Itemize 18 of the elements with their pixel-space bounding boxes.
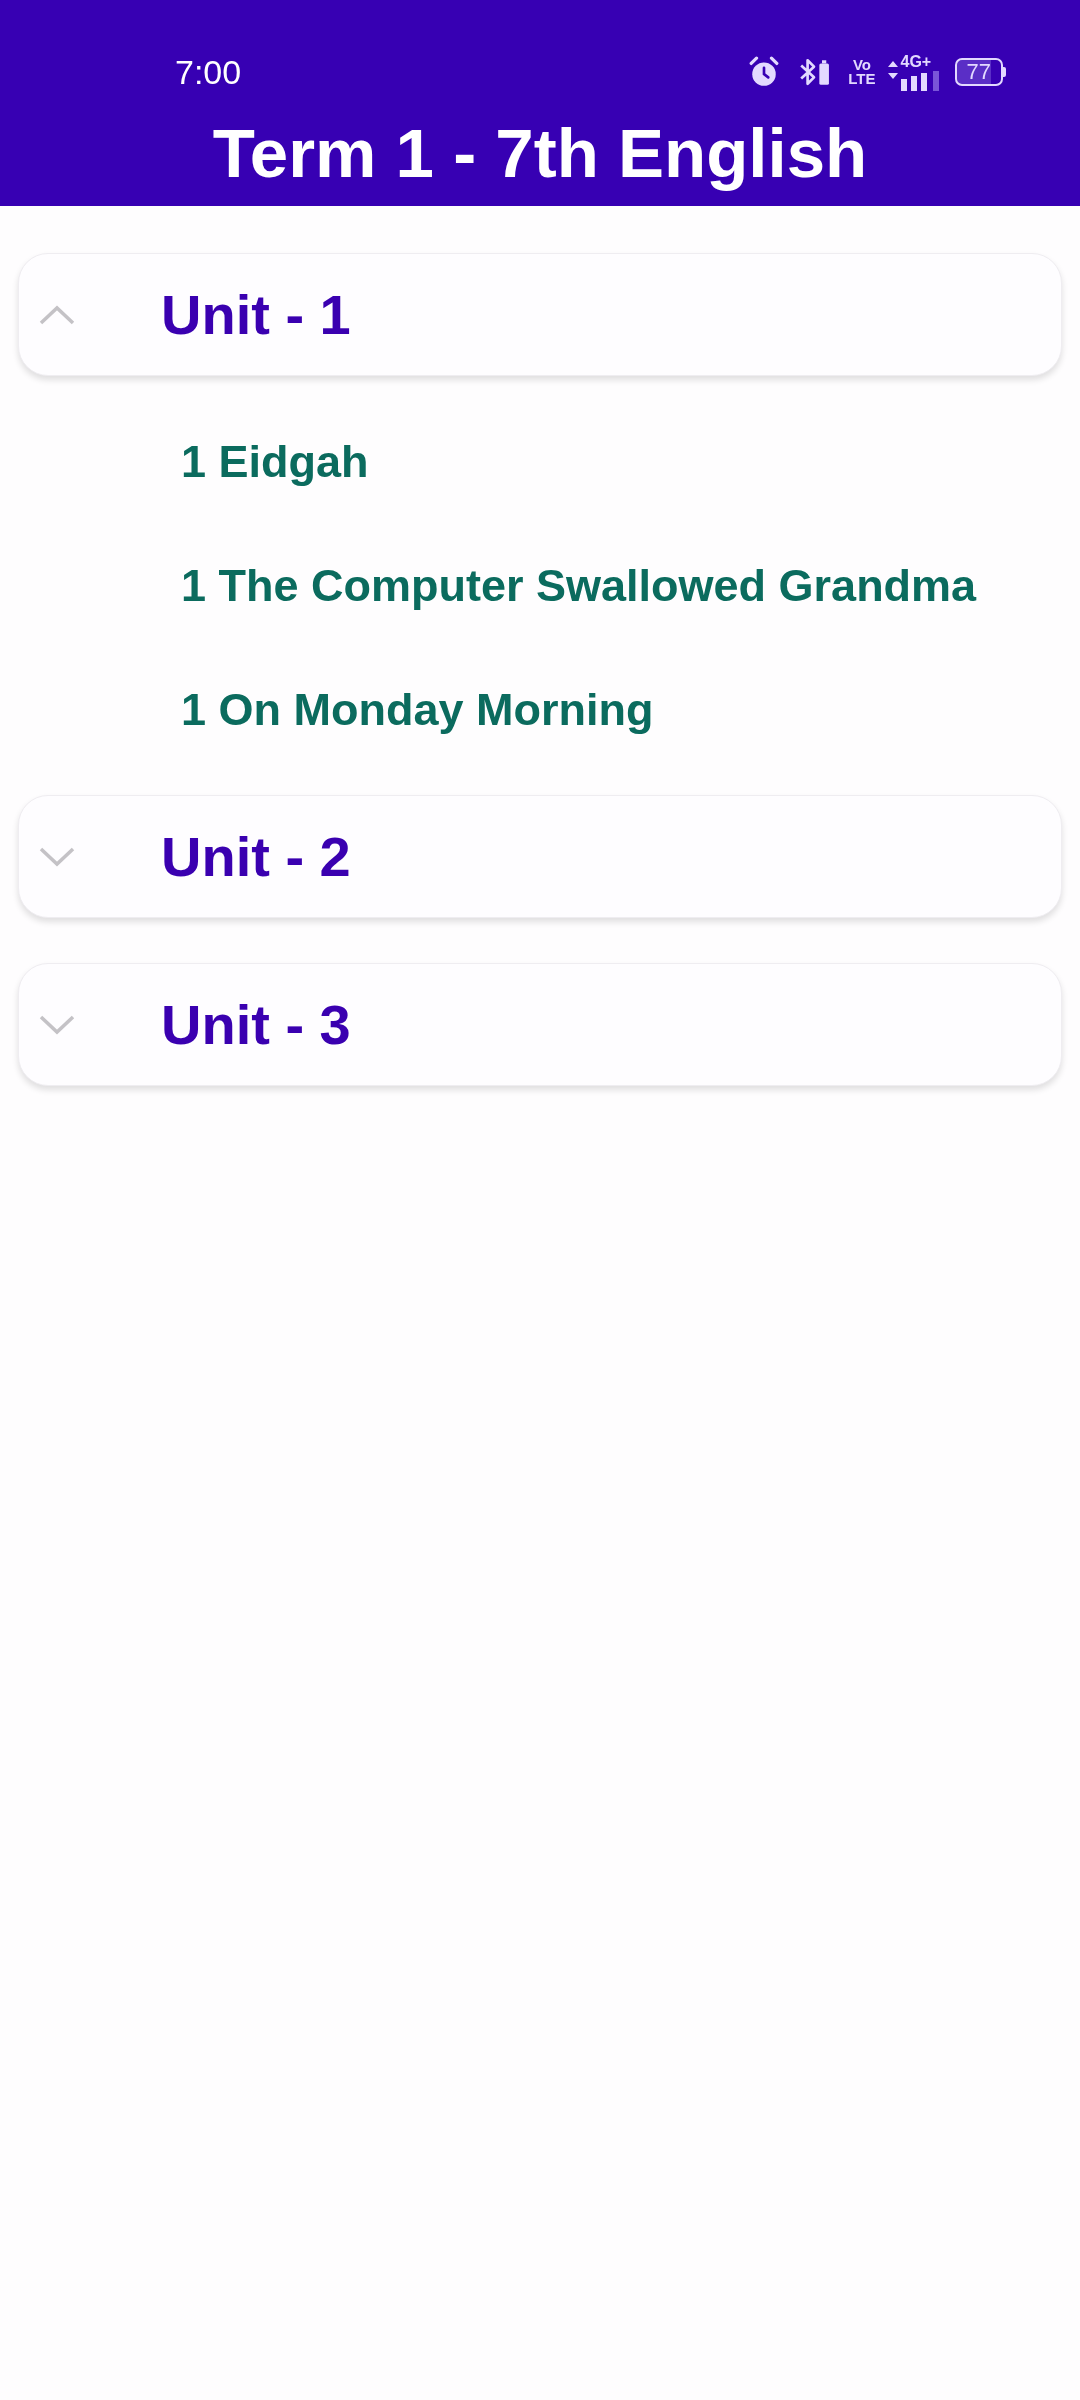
lesson-item[interactable]: 1 The Computer Swallowed Grandma [181,558,977,614]
alarm-clock-icon [748,56,781,88]
status-time: 7:00 [175,52,242,92]
chevron-down-icon [39,1014,75,1035]
unit-header[interactable]: Unit - 2 [18,795,1062,918]
network-type-label: 4G+ [900,52,932,70]
battery-indicator: 77 [954,58,1006,86]
bluetooth-battery-icon [798,56,831,88]
lesson-item[interactable]: 1 On Monday Morning [181,682,654,738]
lesson-item[interactable]: 1 Eidgah [181,434,369,490]
unit-header[interactable]: Unit - 3 [18,963,1062,1086]
app-bar-title: Term 1 - 7th English [211,114,869,194]
signal-bars-icon [900,69,941,92]
volte-label: Vo LTE [848,58,876,86]
unit-header[interactable]: Unit - 1 [18,253,1062,376]
data-arrows-icon [887,60,898,79]
chevron-up-icon [39,304,75,325]
chevron-down-icon [39,846,75,867]
